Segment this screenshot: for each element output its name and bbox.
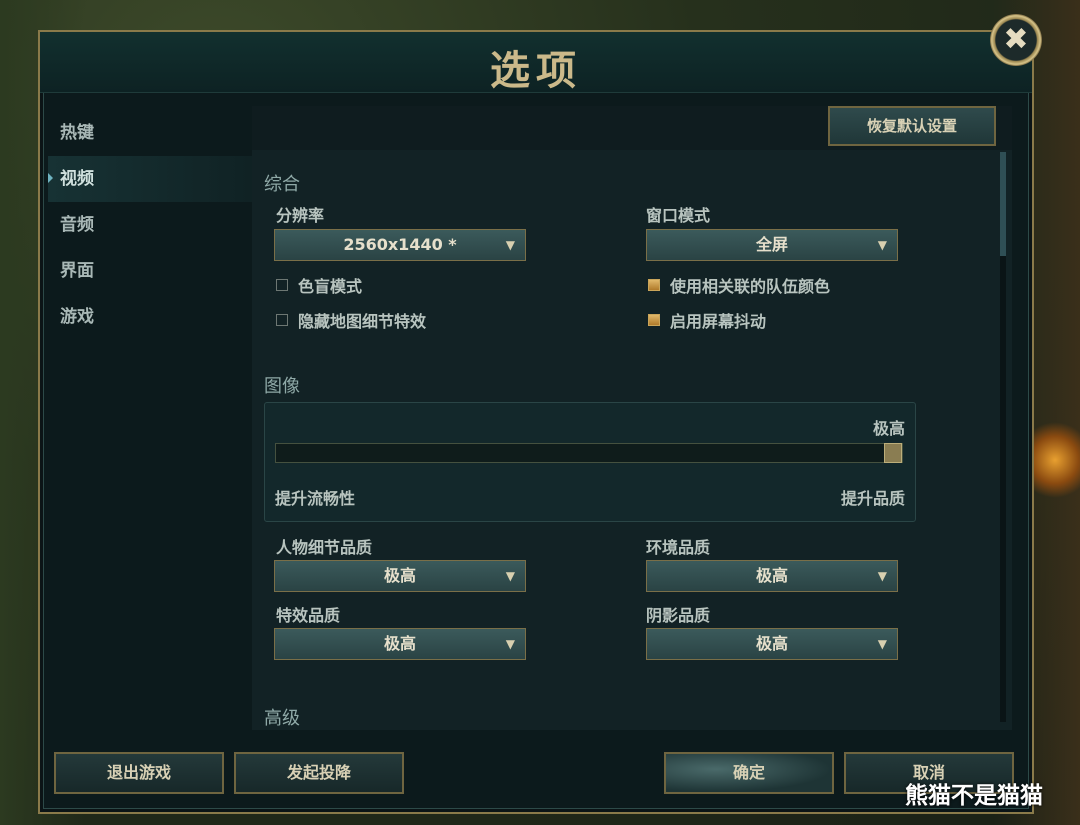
graphics-quality-box: 极高 提升流畅性 提升品质 xyxy=(264,402,916,522)
sidebar-item-game[interactable]: 游戏 xyxy=(48,294,252,340)
colorblind-checkbox[interactable]: 色盲模式 xyxy=(276,273,362,297)
settings-panel: 恢复默认设置 综合 分辨率 2560x1440 * ▼ 窗口模式 全屏 ▼ 色盲… xyxy=(252,106,1012,730)
shadow-quality-dropdown[interactable]: 极高 ▼ xyxy=(646,628,898,660)
dropdown-arrow-icon: ▼ xyxy=(505,637,515,651)
window-mode-value: 全屏 xyxy=(755,235,788,254)
checkbox-label: 隐藏地图细节特效 xyxy=(298,312,427,331)
slider-fill xyxy=(276,444,884,462)
surrender-button[interactable]: 发起投降 xyxy=(234,752,404,794)
checkbox-label: 使用相关联的队伍颜色 xyxy=(670,277,831,296)
environment-quality-value: 极高 xyxy=(755,566,788,585)
restore-defaults-button[interactable]: 恢复默认设置 xyxy=(828,106,996,146)
window-mode-dropdown[interactable]: 全屏 ▼ xyxy=(646,229,898,261)
sidebar-item-hotkeys[interactable]: 热键 xyxy=(48,110,252,156)
window-mode-label: 窗口模式 xyxy=(646,206,711,225)
environment-quality-dropdown[interactable]: 极高 ▼ xyxy=(646,560,898,592)
character-quality-dropdown[interactable]: 极高 ▼ xyxy=(274,560,526,592)
hide-map-details-checkbox[interactable]: 隐藏地图细节特效 xyxy=(276,308,426,332)
section-title-general: 综合 xyxy=(264,174,300,195)
screen-shake-checkbox[interactable]: 启用屏幕抖动 xyxy=(648,308,766,332)
checkbox-label: 启用屏幕抖动 xyxy=(670,312,767,331)
sidebar-item-video[interactable]: 视频 xyxy=(48,156,252,202)
sidebar-item-interface[interactable]: 界面 xyxy=(48,248,252,294)
graphics-quality-slider[interactable] xyxy=(275,443,903,463)
effects-quality-label: 特效品质 xyxy=(276,606,341,625)
checkbox-label: 色盲模式 xyxy=(298,277,363,296)
section-title-graphics: 图像 xyxy=(264,376,300,397)
exit-game-button[interactable]: 退出游戏 xyxy=(54,752,224,794)
effects-quality-value: 极高 xyxy=(383,634,416,653)
graphics-level-label: 极高 xyxy=(872,419,905,438)
quality-label: 提升品质 xyxy=(840,489,905,508)
smoothness-label: 提升流畅性 xyxy=(275,489,356,508)
environment-quality-label: 环境品质 xyxy=(646,538,711,557)
checkbox-box xyxy=(276,314,288,326)
scrollbar-thumb[interactable] xyxy=(1000,152,1006,256)
resolution-value: 2560x1440 * xyxy=(343,235,457,254)
dropdown-arrow-icon: ▼ xyxy=(877,569,887,583)
relative-team-colors-checkbox[interactable]: 使用相关联的队伍颜色 xyxy=(648,273,830,297)
character-quality-value: 极高 xyxy=(383,566,416,585)
slider-handle[interactable] xyxy=(884,443,902,463)
dropdown-arrow-icon: ▼ xyxy=(877,637,887,651)
checkbox-box xyxy=(276,279,288,291)
character-quality-label: 人物细节品质 xyxy=(276,538,373,557)
resolution-dropdown[interactable]: 2560x1440 * ▼ xyxy=(274,229,526,261)
sidebar-item-sound[interactable]: 音频 xyxy=(48,202,252,248)
dropdown-arrow-icon: ▼ xyxy=(877,238,887,252)
background-fire-glow xyxy=(1030,420,1080,500)
close-icon: ✖ xyxy=(1003,22,1029,57)
dropdown-arrow-icon: ▼ xyxy=(505,238,515,252)
dialog-titlebar: 选项 xyxy=(40,32,1032,94)
close-button[interactable]: ✖ xyxy=(990,14,1042,66)
dialog-title: 选项 xyxy=(490,48,582,94)
watermark: 熊猫不是猫猫 xyxy=(905,783,1043,809)
dropdown-arrow-icon: ▼ xyxy=(505,569,515,583)
checkbox-box-checked xyxy=(648,314,660,326)
checkbox-box-checked xyxy=(648,279,660,291)
ok-button[interactable]: 确定 xyxy=(664,752,834,794)
shadow-quality-label: 阴影品质 xyxy=(646,606,711,625)
effects-quality-dropdown[interactable]: 极高 ▼ xyxy=(274,628,526,660)
resolution-label: 分辨率 xyxy=(276,206,325,225)
sidebar-nav: 热键 视频 音频 界面 游戏 xyxy=(48,110,252,340)
section-title-advanced: 高级 xyxy=(264,708,300,729)
shadow-quality-value: 极高 xyxy=(755,634,788,653)
